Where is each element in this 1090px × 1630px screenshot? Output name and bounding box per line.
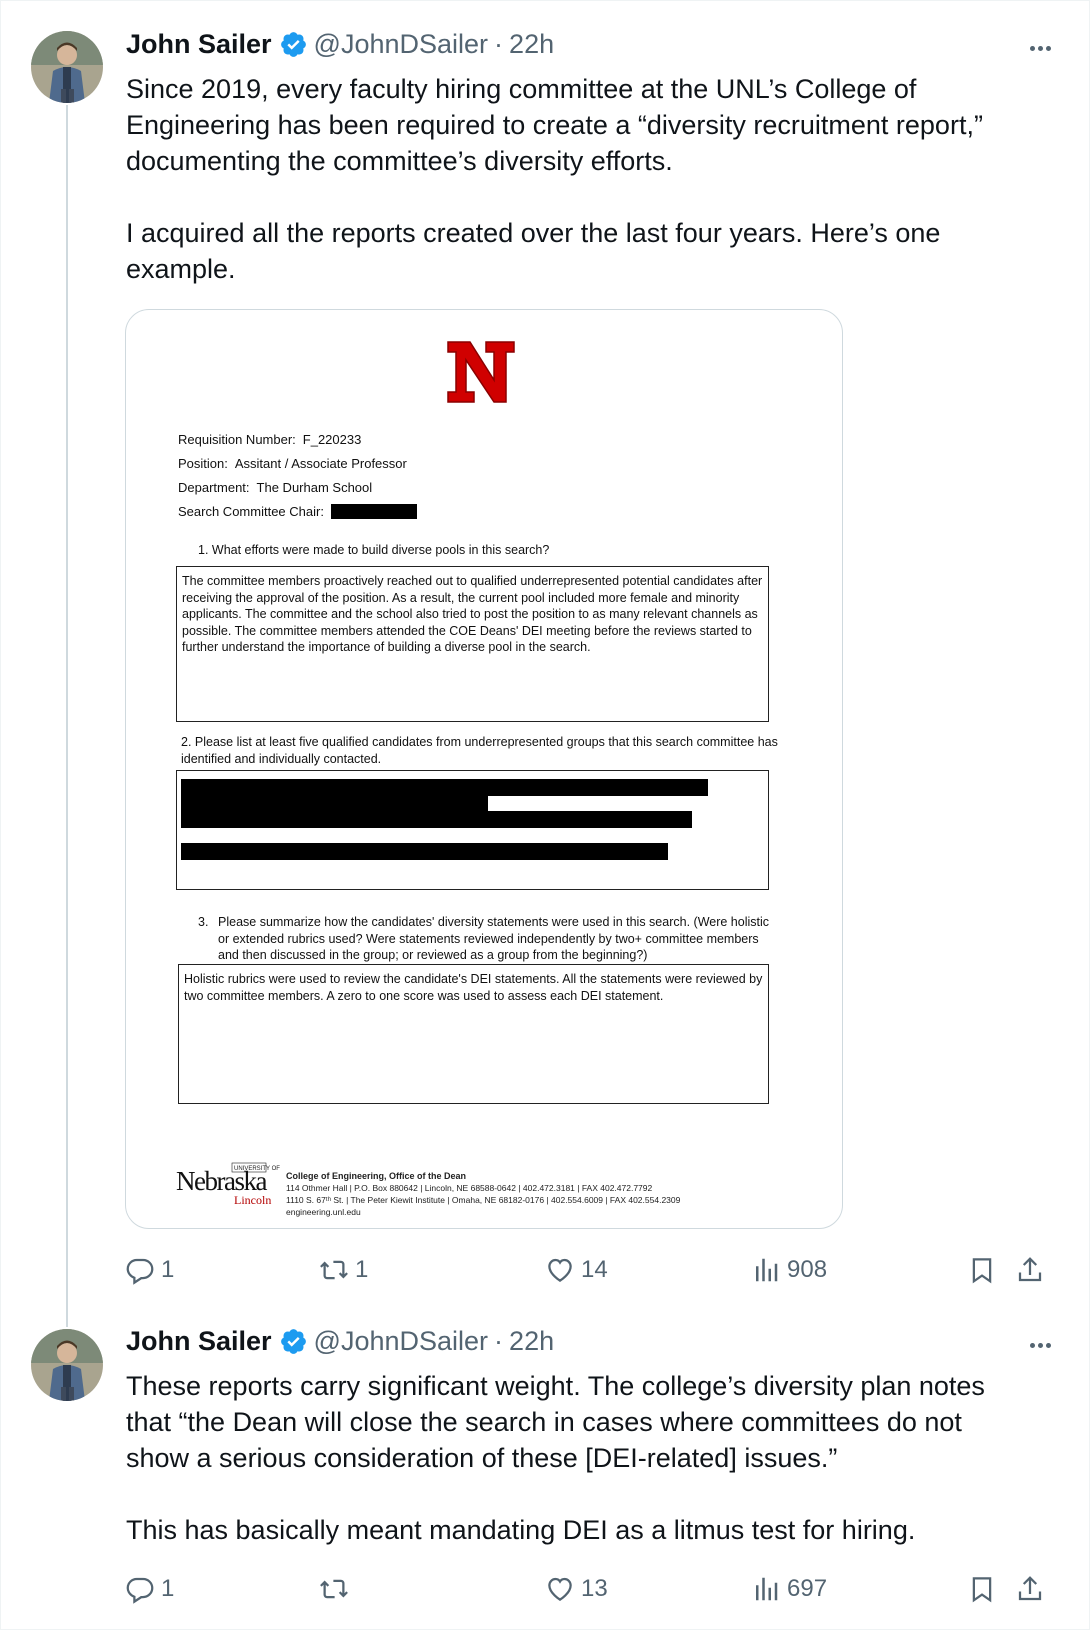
answer-1-box: The committee members proactively reache… bbox=[176, 566, 769, 722]
position-field: Position: Assitant / Associate Professor bbox=[178, 456, 407, 471]
timestamp[interactable]: 22h bbox=[509, 1326, 554, 1357]
bookmark-icon bbox=[972, 1258, 992, 1284]
reply-button[interactable]: 1 bbox=[125, 1252, 174, 1288]
footer-address: College of Engineering, Office of the De… bbox=[286, 1170, 680, 1218]
tweet-actions: 1 13 697 bbox=[125, 1571, 1045, 1607]
share-button[interactable] bbox=[1015, 1571, 1051, 1607]
nebraska-n-logo bbox=[446, 338, 516, 406]
like-button[interactable]: 13 bbox=[545, 1571, 608, 1607]
tweet-text: These reports carry significant weight. … bbox=[126, 1371, 985, 1545]
question-3-number: 3. bbox=[198, 915, 209, 929]
avatar[interactable] bbox=[31, 1329, 103, 1401]
footer-line-1: 114 Othmer Hall | P.O. Box 880642 | Linc… bbox=[286, 1183, 653, 1193]
author-name[interactable]: John Sailer bbox=[126, 1326, 272, 1357]
requisition-label: Requisition Number: bbox=[178, 432, 296, 447]
requisition-value: F_220233 bbox=[302, 432, 362, 447]
verified-badge-icon bbox=[279, 1327, 308, 1356]
bookmark-button[interactable] bbox=[967, 1252, 1003, 1288]
answer-2-box bbox=[176, 770, 769, 890]
more-icon[interactable] bbox=[1025, 1330, 1055, 1360]
views-icon bbox=[756, 1258, 778, 1282]
like-count: 14 bbox=[581, 1256, 608, 1283]
verified-badge-icon bbox=[279, 30, 308, 59]
views-icon bbox=[756, 1577, 778, 1601]
footer-title: College of Engineering, Office of the De… bbox=[286, 1171, 467, 1181]
separator-dot: · bbox=[494, 1326, 504, 1356]
bookmark-icon bbox=[972, 1577, 992, 1603]
more-icon[interactable] bbox=[1025, 33, 1055, 63]
reply-count: 1 bbox=[161, 1575, 175, 1602]
share-icon bbox=[1018, 1576, 1042, 1601]
bookmark-button[interactable] bbox=[967, 1571, 1003, 1607]
question-3: Please summarize how the candidates' div… bbox=[218, 915, 770, 962]
question-2: 2. Please list at least five qualified c… bbox=[181, 735, 778, 766]
requisition-field: Requisition Number: F_220233 bbox=[178, 432, 361, 447]
thread-connector-line bbox=[66, 105, 68, 1327]
view-count: 697 bbox=[787, 1575, 828, 1602]
like-count: 13 bbox=[581, 1575, 608, 1602]
author-handle[interactable]: @JohnDSailer bbox=[314, 29, 489, 60]
position-label: Position: bbox=[178, 456, 228, 471]
footer-line-3: engineering.unl.edu bbox=[286, 1207, 361, 1217]
question-1: 1. What efforts were made to build diver… bbox=[198, 543, 550, 557]
repost-count: 1 bbox=[355, 1256, 369, 1283]
views-button[interactable]: 697 bbox=[751, 1571, 827, 1607]
like-icon bbox=[548, 1258, 572, 1282]
redaction-bar bbox=[181, 843, 668, 860]
redaction-bar bbox=[181, 811, 692, 828]
repost-button[interactable]: 1 bbox=[319, 1252, 368, 1288]
author-handle[interactable]: @JohnDSailer bbox=[314, 1326, 489, 1357]
separator-dot: · bbox=[494, 29, 504, 59]
unl-wordmark-logo: UNIVERSITY OF Nebraska Lincoln bbox=[176, 1162, 281, 1210]
repost-icon bbox=[320, 1260, 348, 1280]
timestamp[interactable]: 22h bbox=[509, 29, 554, 60]
recruitment-report-document: Requisition Number: F_220233 Position: Ass… bbox=[126, 310, 842, 1228]
share-button[interactable] bbox=[1015, 1252, 1051, 1288]
tweet-actions: 1 1 14 908 bbox=[125, 1252, 1045, 1288]
tweet-text: Since 2019, every faculty hiring committ… bbox=[126, 74, 983, 284]
redaction-bar bbox=[181, 779, 708, 796]
footer-nebraska: Nebraska bbox=[176, 1166, 267, 1196]
department-label: Department: bbox=[178, 480, 250, 495]
reply-icon bbox=[126, 1577, 154, 1604]
tweet-media-image[interactable]: Requisition Number: F_220233 Position: Ass… bbox=[125, 309, 843, 1229]
answer-3-box: Holistic rubrics were used to review the… bbox=[178, 964, 769, 1104]
repost-button[interactable] bbox=[319, 1571, 355, 1607]
reply-button[interactable]: 1 bbox=[125, 1571, 174, 1607]
reply-icon bbox=[126, 1258, 154, 1285]
view-count: 908 bbox=[787, 1256, 828, 1283]
position-value: Assitant / Associate Professor bbox=[234, 456, 407, 471]
avatar[interactable] bbox=[31, 31, 103, 103]
tweet-header: John Sailer @JohnDSailer · 22h bbox=[126, 29, 554, 60]
chair-field: Search Committee Chair: bbox=[178, 504, 417, 519]
author-name[interactable]: John Sailer bbox=[126, 29, 272, 60]
like-button[interactable]: 14 bbox=[545, 1252, 608, 1288]
views-button[interactable]: 908 bbox=[751, 1252, 827, 1288]
department-field: Department: The Durham School bbox=[178, 480, 372, 495]
department-value: The Durham School bbox=[256, 480, 373, 495]
reply-count: 1 bbox=[161, 1256, 175, 1283]
footer-line-2: 1110 S. 67ᵗʰ St. | The Peter Kiewit Inst… bbox=[286, 1195, 681, 1205]
like-icon bbox=[548, 1577, 572, 1601]
redaction-bar bbox=[330, 504, 417, 519]
share-icon bbox=[1018, 1257, 1042, 1282]
repost-icon bbox=[320, 1579, 348, 1599]
tweet-thread: John Sailer @JohnDSailer · 22h Since 201… bbox=[0, 0, 1090, 1630]
tweet-header: John Sailer @JohnDSailer · 22h bbox=[126, 1326, 554, 1357]
footer-lincoln: Lincoln bbox=[234, 1193, 271, 1207]
chair-label: Search Committee Chair: bbox=[178, 504, 324, 519]
